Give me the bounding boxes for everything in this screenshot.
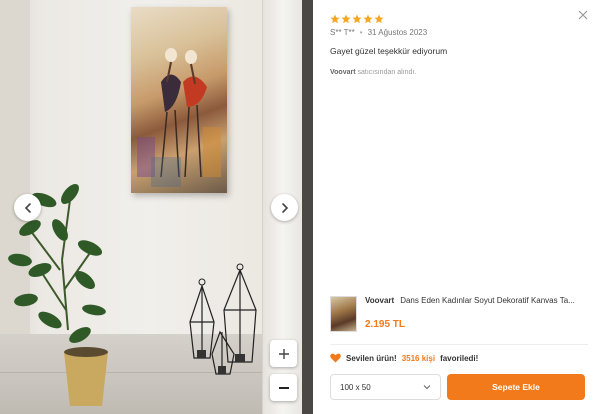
review-meta: S** T** • 31 Ağustos 2023 (330, 28, 427, 37)
chevron-right-icon (281, 202, 288, 213)
size-select-value: 100 x 50 (340, 382, 371, 392)
seller-note: Voovart satıcısından alındı. (330, 69, 416, 76)
favorite-info: Sevilen ürün! 3516 kişi favoriledi! (330, 353, 478, 363)
product-thumbnail[interactable] (330, 296, 357, 332)
size-select[interactable]: 100 x 50 (330, 374, 441, 400)
zoom-out-icon (278, 386, 289, 389)
star-icon (363, 14, 373, 24)
zoom-in-icon (278, 348, 289, 359)
next-photo-button[interactable] (271, 194, 298, 221)
zoom-in-button[interactable] (270, 340, 297, 367)
chevron-left-icon (24, 202, 31, 213)
review-author: S** T** (330, 28, 355, 37)
close-icon[interactable] (578, 10, 588, 20)
seller-name[interactable]: Voovart (330, 69, 356, 76)
favorite-suffix: favoriledi! (440, 353, 479, 363)
zoom-out-button[interactable] (270, 374, 297, 401)
star-icon (341, 14, 351, 24)
favorite-label: Sevilen ürün! (346, 353, 397, 363)
divider (330, 344, 588, 345)
product-price: 2.195 TL (365, 319, 406, 330)
review-panel: S** T** • 31 Ağustos 2023 Gayet güzel te… (313, 0, 600, 414)
rating-stars (330, 14, 384, 24)
chevron-down-icon (423, 385, 431, 390)
door-edge (302, 0, 313, 414)
product-name: Dans Eden Kadınlar Soyut Dekoratif Kanva… (400, 296, 575, 305)
wire-lanterns (180, 262, 270, 382)
star-icon (374, 14, 384, 24)
review-photo (0, 0, 313, 414)
product-info: Voovart Dans Eden Kadınlar Soyut Dekorati… (365, 296, 588, 334)
seller-suffix: satıcısından alındı. (357, 69, 417, 76)
heart-icon (330, 353, 341, 363)
review-comment: Gayet güzel teşekkür ediyorum (330, 46, 448, 56)
canvas-painting (131, 7, 227, 193)
product-card[interactable]: Voovart Dans Eden Kadınlar Soyut Dekorati… (330, 296, 588, 334)
previous-photo-button[interactable] (14, 194, 41, 221)
separator-dot: • (359, 28, 363, 37)
star-icon (352, 14, 362, 24)
product-brand: Voovart (365, 296, 395, 305)
review-date: 31 Ağustos 2023 (367, 28, 428, 37)
add-to-cart-button[interactable]: Sepete Ekle (447, 374, 585, 400)
product-title[interactable]: Voovart Dans Eden Kadınlar Soyut Dekorati… (365, 296, 588, 305)
star-icon (330, 14, 340, 24)
favorite-count: 3516 kişi (401, 353, 436, 363)
